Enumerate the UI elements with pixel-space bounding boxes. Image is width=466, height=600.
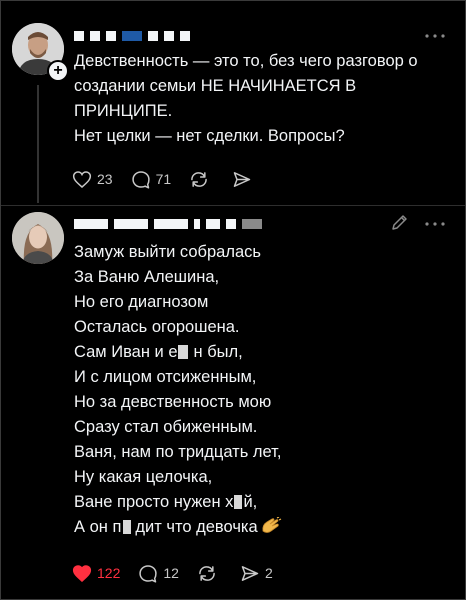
- post-text-fragment: дит что девочка: [135, 518, 258, 536]
- like-button[interactable]: 122: [72, 564, 120, 583]
- repost-icon: [197, 564, 217, 583]
- reply-count: 71: [155, 171, 172, 187]
- post-text-fragment: А он п: [74, 518, 122, 536]
- post-text-fragment: й,: [243, 493, 258, 511]
- follow-plus-icon[interactable]: +: [47, 60, 69, 82]
- thread-post-1: + Девственность — это то, без чего разго…: [0, 0, 466, 205]
- username-redacted[interactable]: [74, 217, 262, 231]
- heart-icon: [72, 170, 92, 189]
- post-text-line: Замуж выйти собралась: [74, 243, 261, 261]
- post-text-line: Но за девственность мою: [74, 393, 272, 411]
- post-text-line: Сам Иван и е н был,: [74, 340, 448, 365]
- share-button[interactable]: 2: [240, 564, 273, 583]
- post-text-line: Ваня, нам по тридцать лет,: [74, 443, 282, 461]
- more-icon[interactable]: [424, 216, 446, 226]
- post-text-line: Девственность — это то, без чего разгово…: [74, 52, 418, 70]
- clapping-hands-icon: [260, 516, 282, 543]
- like-button[interactable]: 23: [72, 170, 113, 189]
- avatar[interactable]: [12, 212, 64, 264]
- post-text-fragment: н был,: [193, 343, 243, 361]
- post-text-line: За Ваню Алешина,: [74, 268, 220, 286]
- post-text-line: Нет целки — нет сделки. Вопросы?: [74, 127, 345, 145]
- post-text-line: Осталась огорошена.: [74, 318, 240, 336]
- repost-button[interactable]: [197, 564, 222, 583]
- like-count: 23: [97, 171, 113, 187]
- reply-count: 12: [163, 565, 179, 581]
- post-text-line: Ване просто нужен х й,: [74, 490, 448, 515]
- heart-icon: [72, 564, 92, 583]
- thread-line: [37, 85, 39, 203]
- post-text-line: Ну какая целочка,: [74, 468, 213, 486]
- post-text: Девственность — это то, без чего разгово…: [74, 49, 448, 149]
- comment-icon: [131, 170, 151, 189]
- post-text-line: ПРИНЦИПЕ.: [74, 102, 173, 120]
- more-icon[interactable]: [424, 28, 446, 38]
- like-count: 122: [97, 565, 121, 581]
- send-icon: [232, 170, 252, 189]
- username-redacted[interactable]: [74, 29, 190, 43]
- repost-icon: [189, 170, 209, 189]
- reply-button[interactable]: 12: [138, 564, 179, 583]
- post-actions: 122 12 2: [72, 561, 291, 585]
- share-button[interactable]: [232, 170, 257, 189]
- comment-icon: [138, 564, 158, 583]
- post-text-line: А он п дит что девочка: [74, 515, 448, 543]
- share-count: 2: [264, 565, 273, 581]
- post-text-line: создании семьи НЕ НАЧИНАЕТСЯ В: [74, 77, 357, 95]
- reply-button[interactable]: 71: [131, 170, 172, 189]
- post-divider: [0, 205, 466, 206]
- repost-button[interactable]: [189, 170, 214, 189]
- censor-block: [123, 520, 132, 534]
- post-text-line: Но его диагнозом: [74, 293, 209, 311]
- post-text: Замуж выйти собралась За Ваню Алешина, Н…: [74, 240, 448, 543]
- send-icon: [240, 564, 260, 583]
- post-text-fragment: Сам Иван и е: [74, 343, 178, 361]
- censor-block: [177, 345, 188, 359]
- censor-block: [234, 495, 243, 509]
- post-text-fragment: Ване просто нужен х: [74, 493, 234, 511]
- post-actions: 23 71: [72, 167, 275, 191]
- post-text-line: Сразу стал обиженным.: [74, 418, 258, 436]
- pencil-icon[interactable]: [390, 212, 410, 232]
- thread-post-2: Замуж выйти собралась За Ваню Алешина, Н…: [0, 207, 466, 600]
- post-text-line: И с лицом отсиженным,: [74, 368, 257, 386]
